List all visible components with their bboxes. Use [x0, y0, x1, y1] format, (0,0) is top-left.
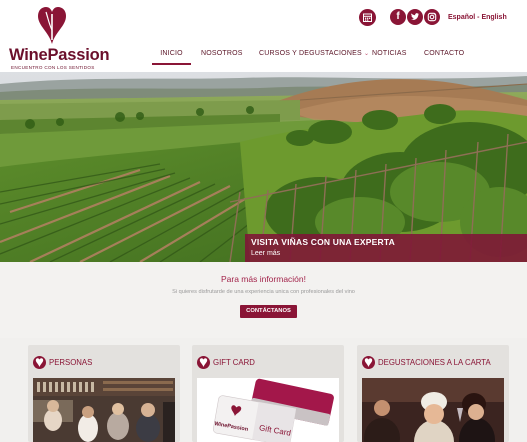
card-title: DEGUSTACIONES A LA CARTA [378, 358, 491, 367]
heart-logo-icon [33, 356, 46, 369]
heart-logo-icon [197, 356, 210, 369]
instagram-icon[interactable] [424, 9, 440, 25]
site-header: WinePassion ENCUENTRO CON LOS SENTIDOS f… [0, 0, 527, 72]
nav-item-contacto[interactable]: CONTACTO [424, 47, 464, 65]
contact-button[interactable]: CONTÁCTANOS [240, 305, 297, 318]
nav-item-noticias[interactable]: NOTICIAS [372, 47, 407, 65]
nav-item-label: CURSOS Y DEGUSTACIONES [259, 50, 362, 57]
wine-shop-photo [33, 378, 175, 442]
info-title: Para más información! [220, 274, 307, 284]
nav-item-inicio[interactable]: INICIO [152, 47, 191, 65]
chevron-down-icon: ⌄ [363, 51, 370, 57]
tasting-photo [362, 378, 504, 442]
nav-item-cursos-y-degustaciones[interactable]: CURSOS Y DEGUSTACIONES ⌄ [259, 47, 369, 65]
heart-logo-icon [362, 356, 375, 369]
read-more-link[interactable]: Leer más [251, 250, 280, 257]
main-nav: INICIO NOSOTROS CURSOS Y DEGUSTACIONES ⌄… [0, 47, 527, 67]
calendar-icon[interactable] [359, 9, 376, 26]
card-title: GIFT CARD [213, 358, 255, 367]
hero-title: VISITA VIÑAS CON UNA EXPERTA [251, 237, 395, 247]
heart-logo-icon [38, 7, 66, 44]
language-switcher[interactable]: Español - English [448, 14, 507, 21]
facebook-icon[interactable]: f [390, 9, 406, 25]
card-gift-card[interactable]: GIFT CARD WinePassion Gift Card [192, 345, 344, 442]
card-degustaciones-a-la-carta[interactable]: DEGUSTACIONES A LA CARTA [357, 345, 509, 442]
nav-item-nosotros[interactable]: NOSOTROS [201, 47, 243, 65]
info-text: Si quieres disfrutarde de una experienci… [172, 289, 355, 295]
card-personas[interactable]: PERSONAS [28, 345, 180, 442]
gift-card-photo: WinePassion Gift Card [197, 378, 339, 442]
twitter-icon[interactable] [407, 9, 423, 25]
hero-caption[interactable]: VISITA VIÑAS CON UNA EXPERTA Leer más [245, 234, 527, 262]
info-section: Para más información! Si quieres disfrut… [0, 262, 527, 338]
card-title: PERSONAS [49, 358, 93, 367]
